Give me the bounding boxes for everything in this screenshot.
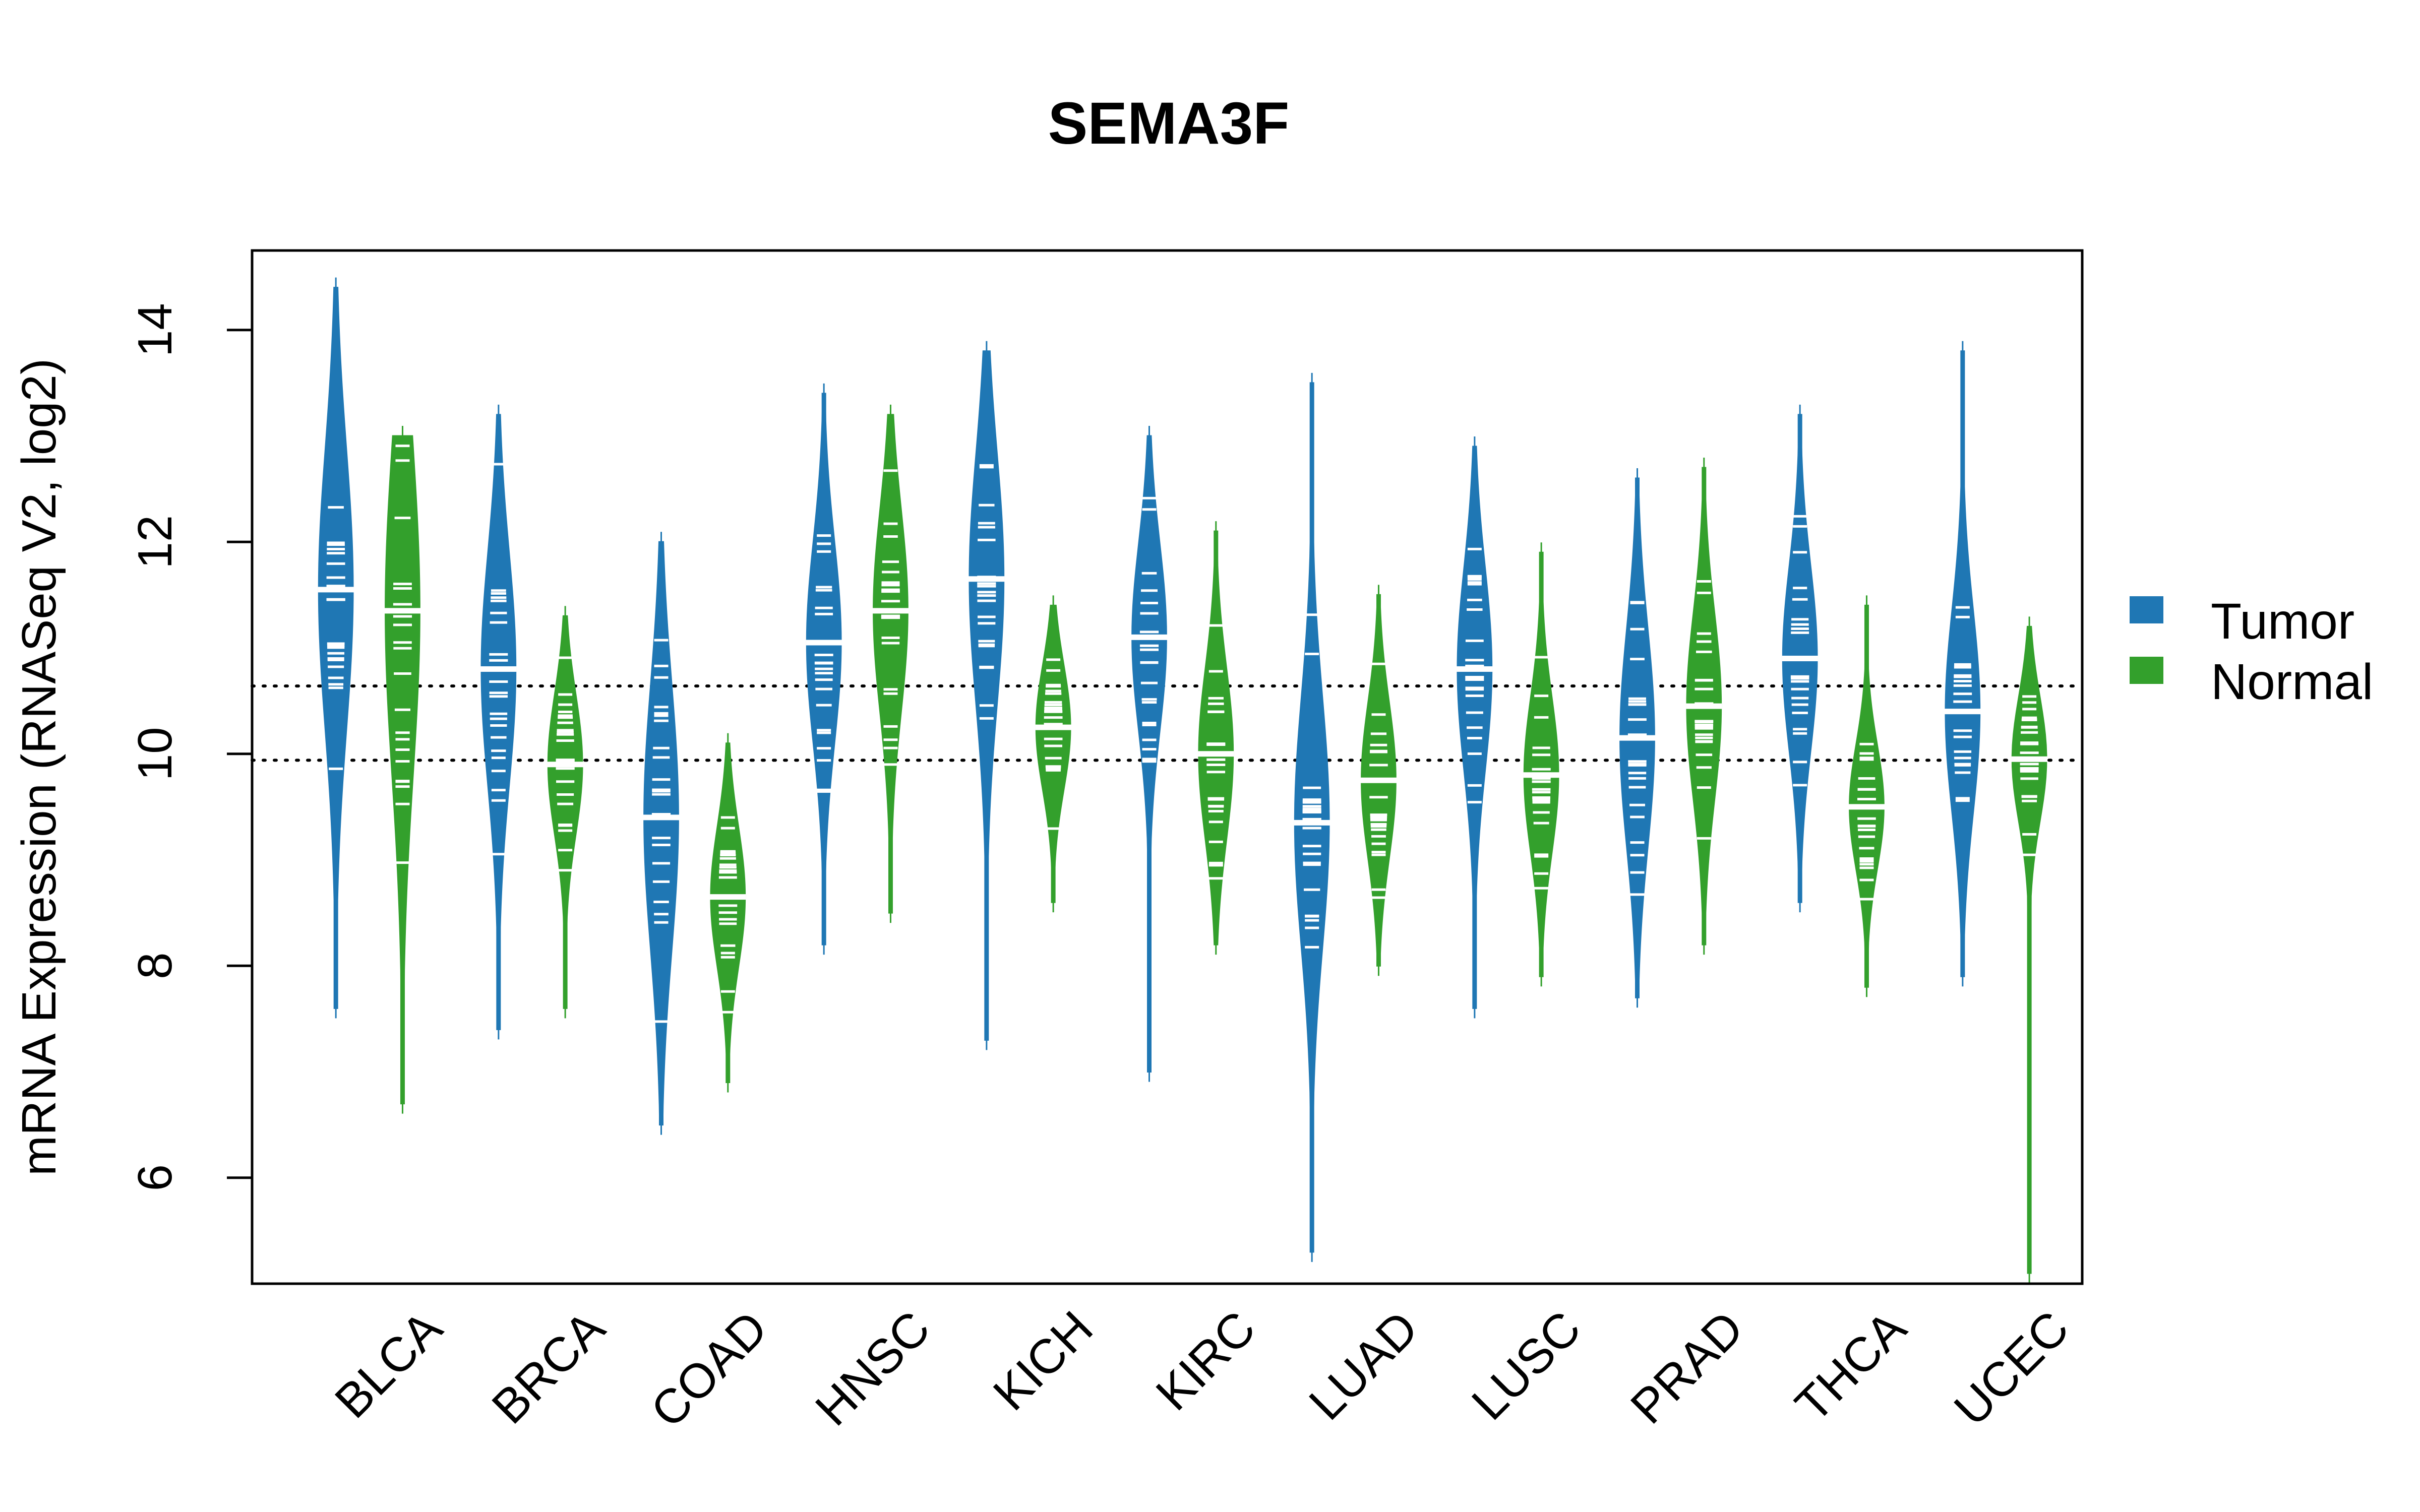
bean-hnsc-normal	[872, 404, 909, 923]
bean-kich-tumor	[969, 341, 1005, 1050]
bean-kirc-tumor	[1131, 425, 1168, 1082]
x-tick-label: HNSC	[805, 1301, 940, 1436]
bean-coad-tumor	[643, 532, 680, 1135]
legend-label-normal: Normal	[2211, 654, 2373, 710]
y-tick-label: 6	[128, 1164, 182, 1191]
x-tick-label: LUSC	[1462, 1301, 1591, 1430]
bean-luad-tumor	[1294, 372, 1330, 1262]
bean-coad-normal	[710, 733, 746, 1093]
legend-label-tumor: Tumor	[2211, 593, 2354, 650]
bean-brca-normal	[547, 606, 583, 1019]
bean-lusc-normal	[1523, 542, 1559, 987]
y-axis: 6 8 10 12 14	[128, 303, 252, 1191]
x-tick-label: KIRC	[1146, 1301, 1266, 1421]
x-tick-label: THCA	[1785, 1301, 1916, 1432]
legend-item-normal: Normal	[2130, 654, 2373, 710]
bean-lusc-tumor	[1457, 436, 1493, 1019]
x-tick-label: PRAD	[1620, 1301, 1753, 1434]
chart-title: SEMA3F	[1048, 90, 1290, 157]
y-tick-label: 10	[128, 727, 182, 781]
legend-swatch-tumor	[2130, 596, 2163, 623]
x-tick-label: BRCA	[482, 1301, 615, 1434]
legend-item-tumor: Tumor	[2130, 593, 2354, 650]
x-axis: BLCA BRCA COAD HNSC KICH KIRC LUAD LUSC PRAD THCA…	[325, 1301, 2079, 1438]
bean-kirc-normal	[1198, 521, 1234, 955]
bean-prad-normal	[1686, 458, 1722, 955]
beanplot-chart: SEMA3F 6 8 10 12 14 BLCA BRCA COAD HNSC KICH KIRC…	[12, 90, 2373, 1438]
bean-thca-tumor	[1782, 404, 1818, 913]
bean-luad-normal	[1360, 585, 1397, 976]
bean-kich-normal	[1035, 595, 1071, 913]
x-tick-label: BLCA	[325, 1301, 452, 1428]
beans	[318, 277, 2047, 1283]
x-tick-label: LUAD	[1299, 1301, 1428, 1430]
bean-blca-normal	[384, 425, 421, 1114]
y-tick-label: 12	[128, 515, 182, 569]
y-tick-label: 14	[128, 303, 182, 357]
bean-brca-tumor	[480, 404, 517, 1040]
bean-hnsc-tumor	[806, 383, 842, 955]
bean-prad-tumor	[1619, 468, 1656, 1008]
x-tick-label: COAD	[641, 1301, 778, 1438]
bean-ucec-tumor	[1945, 341, 1981, 987]
x-tick-label: KICH	[983, 1301, 1103, 1421]
bean-blca-tumor	[318, 277, 354, 1019]
bean-ucec-normal	[2011, 616, 2047, 1283]
legend-swatch-normal	[2130, 657, 2163, 684]
y-axis-label: mRNA Expression (RNASeq V2, log2)	[12, 358, 66, 1176]
y-tick-label: 8	[128, 953, 182, 979]
x-tick-label: UCEC	[1944, 1301, 2079, 1436]
legend: Tumor Normal	[2130, 593, 2373, 710]
bean-thca-normal	[1848, 595, 1885, 997]
